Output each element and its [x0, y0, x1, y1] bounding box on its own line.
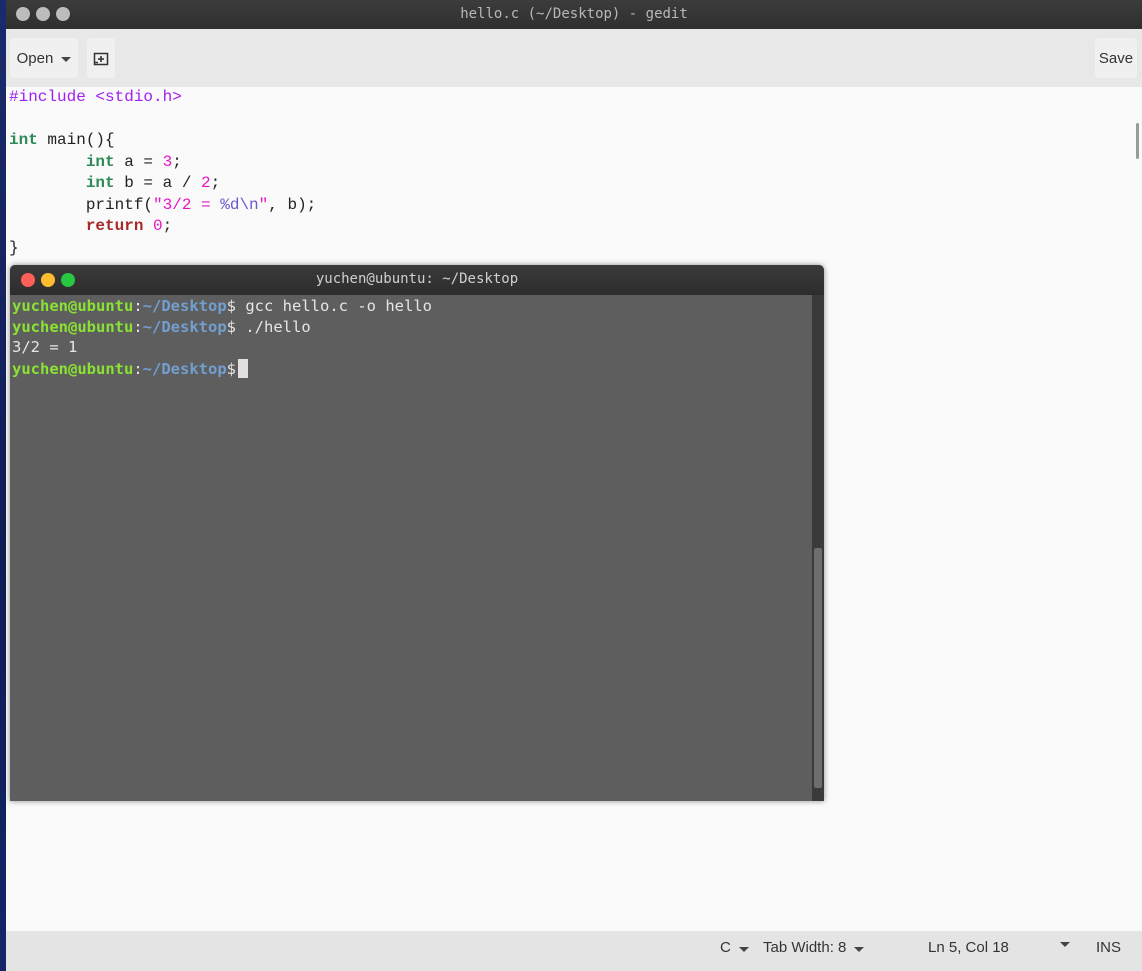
- tab-width-selector[interactable]: Tab Width: 8: [763, 939, 865, 956]
- terminal-window: yuchen@ubuntu: ~/Desktop yuchen@ubuntu:~…: [10, 265, 824, 801]
- chevron-down-icon: [1060, 942, 1070, 947]
- save-button[interactable]: Save: [1095, 38, 1137, 78]
- preprocessor-text: #include <stdio.h>: [9, 88, 182, 106]
- chevron-down-icon: [61, 57, 72, 62]
- code-text: b = a /: [114, 174, 202, 192]
- chevron-down-icon: [854, 946, 865, 952]
- keyword: int: [85, 152, 115, 171]
- return-keyword: return: [85, 217, 144, 235]
- code-line-5: int b = a / 2;: [9, 173, 220, 195]
- open-button[interactable]: Open: [10, 38, 78, 78]
- terminal-titlebar[interactable]: yuchen@ubuntu: ~/Desktop: [10, 265, 824, 295]
- scrollbar-thumb[interactable]: [814, 548, 822, 788]
- program-output: 3/2 = 1: [12, 338, 78, 356]
- terminal-scrollbar[interactable]: [812, 295, 824, 801]
- code-line-1: #include <stdio.h>: [9, 87, 182, 109]
- number-literal: 0: [153, 217, 163, 235]
- insert-mode-indicator[interactable]: INS: [1096, 939, 1121, 956]
- terminal-output[interactable]: yuchen@ubuntu:~/Desktop$ gcc hello.c -o …: [10, 295, 812, 801]
- code-text: printf(: [85, 195, 154, 214]
- new-tab-button[interactable]: [87, 38, 115, 78]
- text-cursor: [238, 359, 249, 378]
- terminal-line-3: 3/2 = 1: [12, 337, 77, 358]
- chevron-down-icon: [738, 946, 749, 952]
- terminal-title: yuchen@ubuntu: ~/Desktop: [315, 271, 519, 287]
- terminal-line-4: yuchen@ubuntu:~/Desktop$: [12, 359, 249, 380]
- code-line-7: return 0;: [9, 216, 172, 238]
- language-label: C: [720, 939, 731, 956]
- prompt-colon: :: [133, 360, 143, 378]
- terminal-line-2: yuchen@ubuntu:~/Desktop$ ./hello: [12, 317, 311, 338]
- keyword: int: [85, 174, 115, 192]
- toolbar: Open Save: [6, 29, 1142, 87]
- save-button-label: Save: [1098, 49, 1134, 67]
- prompt-dollar: $: [226, 318, 237, 336]
- new-document-icon: [93, 52, 109, 66]
- code-line-8: }: [9, 238, 19, 260]
- prompt-colon: :: [133, 297, 143, 315]
- prompt-user: yuchen@ubuntu: [12, 360, 134, 378]
- code-text: ;: [210, 174, 221, 192]
- window-title: hello.c (~/Desktop) - gedit: [460, 6, 688, 22]
- language-selector[interactable]: C: [720, 939, 749, 956]
- code-text: ;: [172, 152, 182, 171]
- command-text: gcc hello.c -o hello: [236, 297, 432, 315]
- code-text: }: [9, 238, 19, 257]
- insert-mode-label: INS: [1096, 939, 1122, 956]
- code-text: ;: [162, 217, 173, 235]
- gedit-titlebar[interactable]: hello.c (~/Desktop) - gedit: [6, 0, 1142, 29]
- prompt-user: yuchen@ubuntu: [12, 297, 134, 315]
- code-line-3: int main(){: [9, 130, 115, 152]
- cursor-position-label: Ln 5, Col 18: [928, 939, 1009, 956]
- code-text: , b);: [268, 195, 317, 214]
- command-text: ./hello: [236, 318, 311, 336]
- prompt-dollar: $: [226, 297, 237, 315]
- open-button-label: Open: [16, 49, 54, 67]
- prompt-path: ~/Desktop: [142, 318, 227, 336]
- number-literal: 2: [201, 174, 211, 192]
- prompt-colon: :: [133, 318, 143, 336]
- prompt-path: ~/Desktop: [142, 360, 227, 378]
- cursor-position[interactable]: Ln 5, Col 18: [928, 939, 1009, 956]
- code-text: main(){: [37, 131, 115, 149]
- editor-scrollbar[interactable]: [1136, 123, 1139, 159]
- statusbar: C Tab Width: 8 Ln 5, Col 18 INS: [6, 931, 1142, 971]
- string-literal: ": [258, 195, 269, 214]
- code-line-4: int a = 3;: [9, 152, 182, 174]
- number-literal: 3: [162, 152, 173, 171]
- prompt-user: yuchen@ubuntu: [12, 318, 134, 336]
- code-text: a =: [114, 152, 163, 171]
- string-literal: "3/2 =: [153, 195, 221, 214]
- tab-width-label: Tab Width: 8: [763, 939, 847, 956]
- terminal-line-1: yuchen@ubuntu:~/Desktop$ gcc hello.c -o …: [12, 296, 432, 317]
- prompt-dollar: $: [226, 360, 237, 378]
- escape-sequence: \n: [239, 195, 259, 214]
- prompt-path: ~/Desktop: [142, 297, 227, 315]
- code-line-6: printf("3/2 = %d\n", b);: [9, 195, 316, 217]
- format-specifier: %d: [220, 195, 240, 214]
- keyword: int: [9, 131, 38, 149]
- options-dropdown[interactable]: [1052, 939, 1070, 947]
